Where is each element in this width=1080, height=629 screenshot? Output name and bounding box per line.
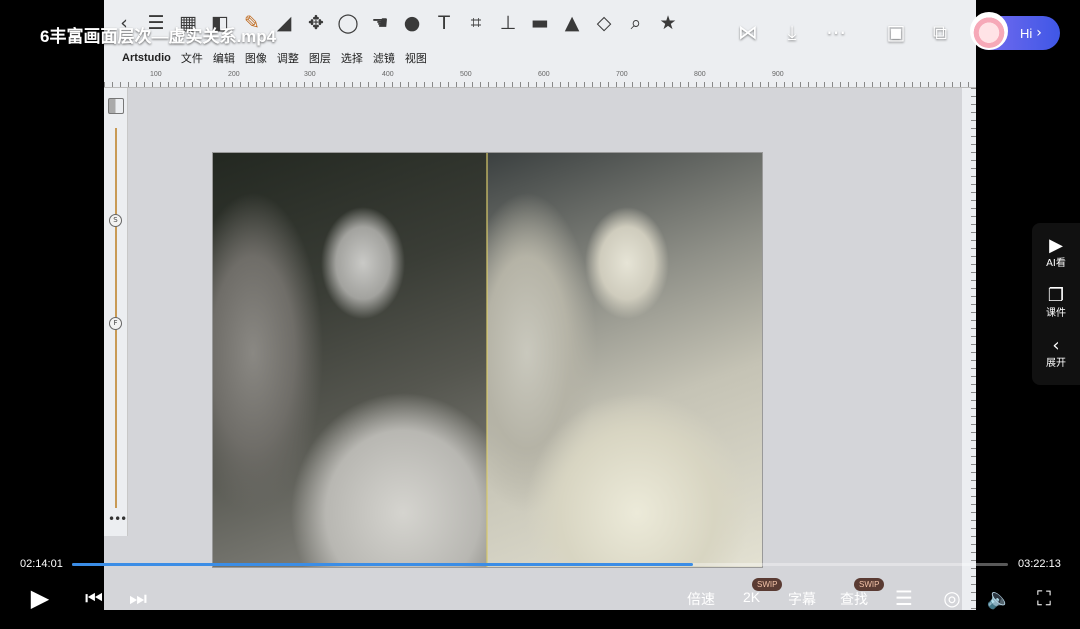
video-frame[interactable]: ‹ ☰ ▦ ◧ ✎ ◢ ✥ ◯ ☚ ● T ⌗ ⊥ ▬ ▲ ◇ ⌕ ★ Arts… [104,0,976,610]
lasso-icon: ◯ [337,12,359,34]
speed-button[interactable]: 倍速 [687,589,715,609]
volume-button[interactable]: 🔈 [986,584,1012,612]
playlist-button[interactable]: ☰ [892,584,916,612]
smudge-icon: ☚ [371,12,389,34]
progress-bar[interactable] [72,563,1008,566]
more-icon[interactable]: ⋯ [822,18,850,46]
play-button[interactable]: ▶ [26,584,54,612]
video-player: ‹ ☰ ▦ ◧ ✎ ◢ ✥ ◯ ☚ ● T ⌗ ⊥ ▬ ▲ ◇ ⌕ ★ Arts… [0,0,1080,629]
share-icon[interactable]: ⋈ [734,18,762,46]
ruler-num: 100 [150,71,162,78]
progress-fill [72,563,693,566]
text-tool-icon: T [438,12,450,34]
flow-slider-knob: F [109,317,122,330]
courseware-button[interactable]: ❐ 课件 [1032,285,1080,321]
comparison-divider [486,153,488,567]
menu-adjust: 调整 [276,53,299,65]
ruler-num: 700 [616,71,628,78]
app-side-panel: S F ••• [104,88,128,536]
chevron-right-icon: › [1036,25,1042,41]
star-icon: ★ [659,12,677,34]
swip-badge: SWIP [854,578,885,591]
pip-icon[interactable]: ⧉ [926,18,954,46]
ruler-num: 400 [382,71,394,78]
menu-select: 选择 [340,53,363,65]
bandage-icon: ▬ [531,12,549,34]
panel-toggle-icon [108,98,124,114]
magnifier-icon: ⌕ [630,12,642,34]
hi-label: Hi [1020,25,1033,41]
ai-view-icon: ▶ [1049,235,1063,256]
quality-button[interactable]: 2K [743,589,760,605]
shape-icon: ◇ [596,12,612,34]
next-button[interactable]: ⏭ [126,584,150,612]
menu-image: 图像 [244,53,267,65]
ruler-num: 500 [460,71,472,78]
expand-button[interactable]: ‹ 展开 [1032,335,1080,371]
playlist-icon: ☰ [895,586,913,610]
crop-icon: ⌗ [470,12,482,34]
expand-label: 展开 [1046,358,1066,369]
courseware-icon: ❐ [1047,285,1065,306]
stamp-icon: ⊥ [499,12,517,34]
dropper-icon: ● [403,12,421,34]
play-icon: ▶ [30,584,50,612]
menu-view: 视图 [404,53,427,65]
ruler-num: 300 [304,71,316,78]
courseware-label: 课件 [1046,308,1066,319]
angel-statue-painting [487,153,762,567]
move-icon: ✥ [308,12,324,34]
menu-file: 文件 [180,53,203,65]
menu-edit: 编辑 [212,53,235,65]
canvas-image [212,152,763,568]
ai-view-button[interactable]: ▶ AI看 [1032,235,1080,271]
ruler-num: 800 [694,71,706,78]
swip-badge: SWIP [752,578,783,591]
fill-icon: ▲ [564,12,580,34]
chevron-left-icon: ‹ [1052,335,1060,356]
menu-layer: 图层 [308,53,331,65]
search-button[interactable]: 查找 [840,589,868,609]
ruler-top: 100 200 300 400 500 600 700 800 900 [104,70,976,88]
ruler-num: 600 [538,71,550,78]
video-title: 6丰富画面层次—虚实关系.mp4 [40,27,277,46]
ruler-num: 200 [228,71,240,78]
settings-icon: ◎ [943,586,961,610]
previous-icon: ⏮ [85,586,103,610]
fullscreen-button[interactable]: ⛶ [1032,584,1056,612]
previous-button[interactable]: ⏮ [82,584,106,612]
menu-artstudio: Artstudio [122,52,171,64]
screen-mirror-icon[interactable]: ▣ [882,18,910,46]
fullscreen-icon: ⛶ [1037,586,1051,610]
ai-assistant-button[interactable]: Hi › [970,12,1060,50]
volume-icon: 🔈 [986,586,1012,610]
time-current: 02:14:01 [20,558,63,570]
side-tools-panel: ▶ AI看 ❐ 课件 ‹ 展开 [1032,223,1080,385]
settings-button[interactable]: ◎ [940,584,964,612]
app-menubar: Artstudio 文件 编辑 图像 调整 图层 选择 滤镜 视图 [104,46,976,70]
next-icon: ⏭ [129,586,147,610]
time-total: 03:22:13 [1018,558,1061,570]
assistant-avatar [970,12,1008,50]
ruler-right [962,88,976,610]
download-icon[interactable]: ⤓ [778,18,806,46]
size-slider-knob: S [109,214,122,227]
menu-filter: 滤镜 [372,53,395,65]
ruler-num: 900 [772,71,784,78]
angel-statue-photo [213,153,487,567]
more-dots: ••• [108,512,127,526]
subtitle-button[interactable]: 字幕 [788,589,816,609]
ai-view-label: AI看 [1046,258,1066,269]
